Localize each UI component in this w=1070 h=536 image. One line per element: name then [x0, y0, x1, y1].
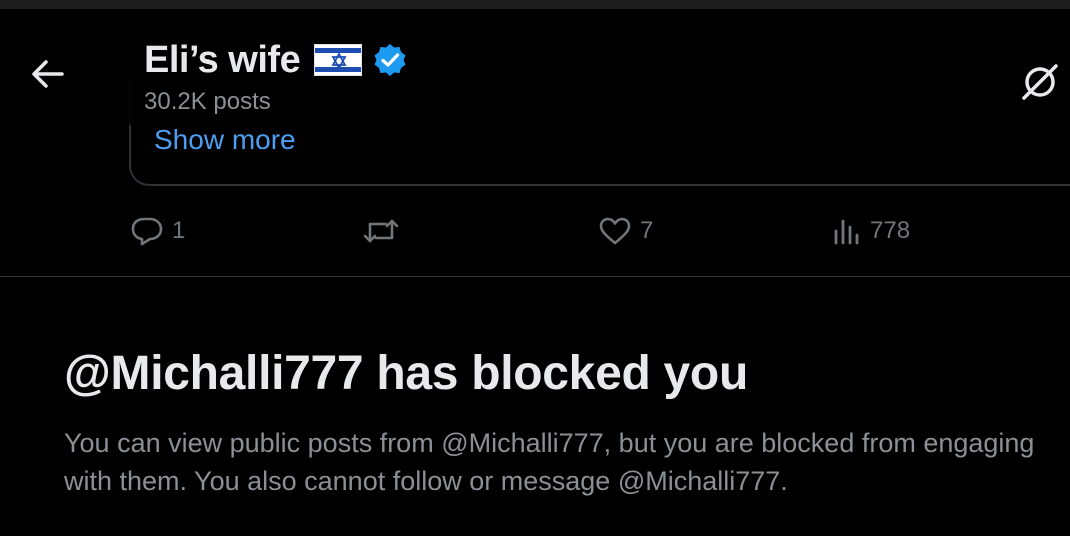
profile-name-row: Eli’s wife — [144, 35, 408, 85]
views-count: 778 — [870, 217, 911, 244]
reply-count: 1 — [172, 217, 186, 244]
profile-name: Eli’s wife — [144, 38, 301, 81]
repost-icon — [363, 219, 399, 243]
page: Show more Eli’s wife 30.2K posts 1 7 778… — [0, 0, 1070, 536]
blocked-description: You can view public posts from @Michalli… — [64, 428, 1035, 496]
views-button[interactable]: 778 — [832, 216, 910, 246]
section-divider — [0, 276, 1070, 277]
views-icon — [834, 219, 859, 245]
back-button[interactable] — [30, 59, 74, 89]
cast-icon[interactable] — [1018, 60, 1062, 104]
reply-button[interactable]: 1 — [130, 216, 185, 246]
profile-header: Eli’s wife 30.2K posts — [0, 9, 1070, 125]
verified-badge-icon[interactable] — [372, 42, 408, 78]
arrow-left-icon — [32, 60, 64, 88]
reply-icon — [131, 217, 163, 246]
post-count: 30.2K posts — [144, 88, 271, 115]
repost-button[interactable] — [362, 216, 408, 246]
window-top-strip — [0, 0, 1070, 9]
show-more-link[interactable]: Show more — [154, 124, 296, 156]
blocked-title: @Michalli777 has blocked you — [64, 347, 748, 400]
like-count: 7 — [640, 217, 654, 244]
like-button[interactable]: 7 — [598, 216, 653, 246]
post-actions-bar: 1 7 778 — [0, 210, 1070, 258]
israel-flag-icon — [314, 44, 363, 76]
like-icon — [599, 217, 631, 245]
